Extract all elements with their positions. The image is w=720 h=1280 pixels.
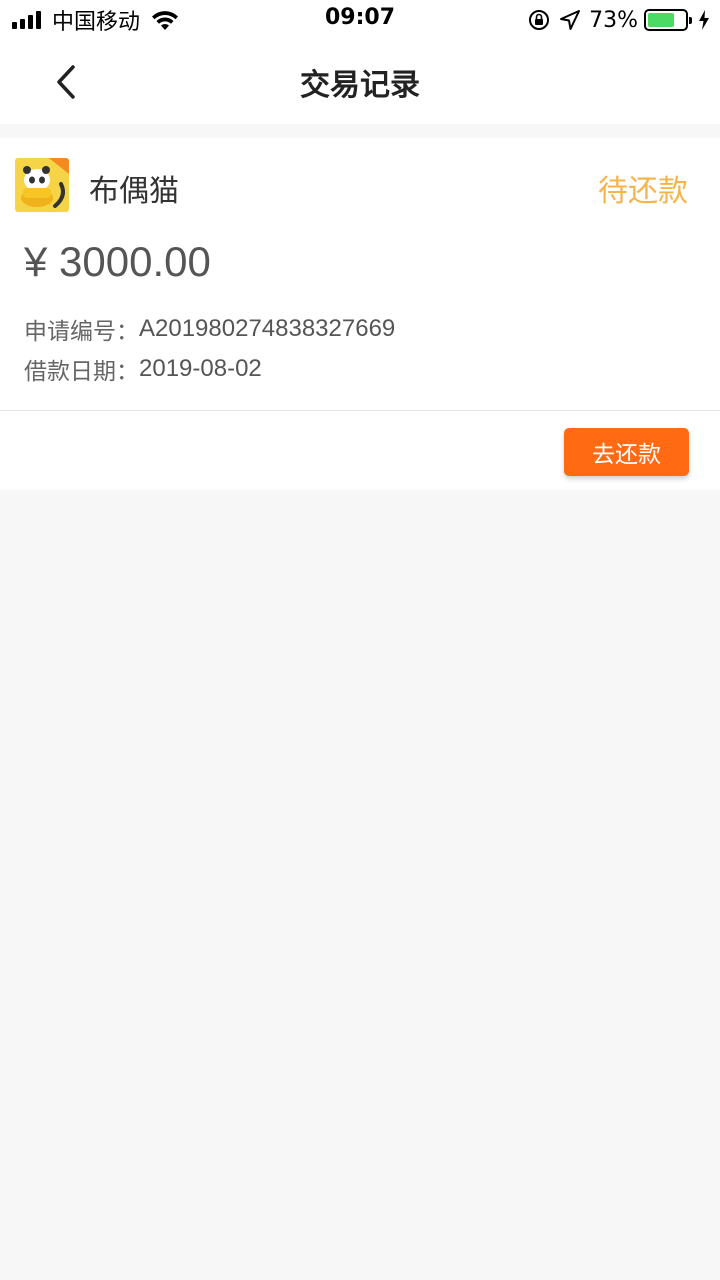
application-number-label: 申请编号：	[24, 319, 139, 345]
charging-bolt-icon	[699, 10, 709, 30]
rotation-lock-icon	[529, 10, 550, 30]
app-logo	[15, 158, 69, 212]
repay-button[interactable]: 去还款	[564, 428, 689, 476]
application-number-row: 申请编号： A201980274838327669	[24, 312, 395, 346]
battery-fill	[648, 13, 675, 27]
divider	[0, 410, 720, 411]
transaction-record-card[interactable]: 布偶猫 待还款 ¥ 3000.00 申请编号： A201980274838327…	[0, 138, 720, 490]
location-arrow-icon	[560, 10, 581, 30]
app-name: 布偶猫	[89, 174, 179, 209]
status-badge: 待还款	[598, 174, 688, 209]
nav-bar: 交易记录	[0, 40, 720, 124]
page-title: 交易记录	[300, 68, 420, 103]
loan-amount: ¥ 3000.00	[24, 238, 211, 285]
status-bar: 中国移动 09:07 73%	[0, 0, 720, 40]
loan-date-value: 2019-08-02	[139, 355, 262, 382]
battery-percent: 73%	[589, 7, 638, 33]
battery-icon	[644, 9, 692, 31]
loan-date-label: 借款日期：	[24, 359, 139, 385]
application-number-value: A201980274838327669	[139, 315, 396, 342]
loan-date-row: 借款日期： 2019-08-02	[24, 352, 262, 386]
status-right: 73%	[519, 6, 710, 34]
